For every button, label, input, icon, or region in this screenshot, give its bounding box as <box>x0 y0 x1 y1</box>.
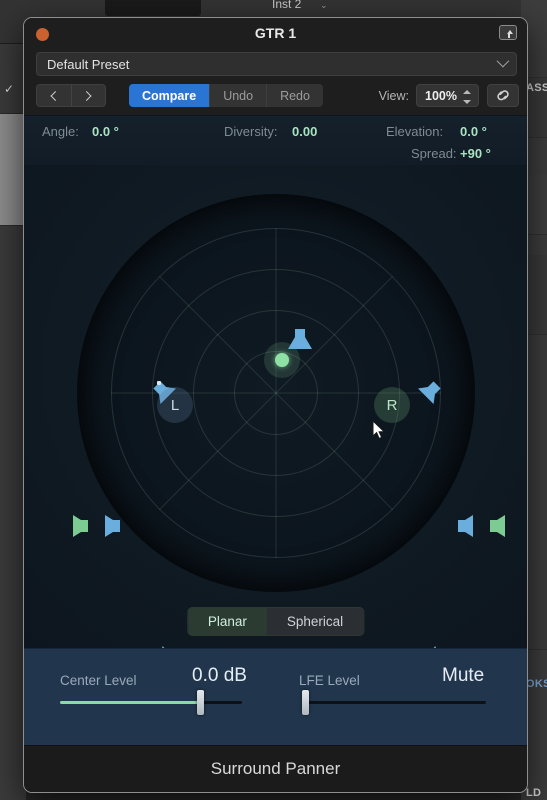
angle-label: Angle: <box>42 124 79 139</box>
elevation-value[interactable]: 0.0 ° <box>460 124 487 139</box>
host-instrument-label: Inst 2 <box>272 0 302 11</box>
view-zoom-value: 100% <box>425 89 457 103</box>
edit-button-group: Compare Undo Redo <box>129 84 323 107</box>
center-level-value[interactable]: 0.0 dB <box>192 665 247 687</box>
stepper-icon[interactable] <box>463 90 471 104</box>
preset-name: Default Preset <box>47 57 130 72</box>
puck-left-label: L <box>170 396 180 414</box>
host-waveform-thumb <box>105 0 201 16</box>
mode-spherical-button[interactable]: Spherical <box>266 608 364 635</box>
lfe-level-thumb[interactable] <box>302 690 310 715</box>
lfe-level-label: LFE Level <box>299 673 360 688</box>
host-label-oks: OKS <box>526 678 547 690</box>
view-zoom-select[interactable]: 100% <box>416 84 479 107</box>
center-level-label: Center Level <box>60 673 137 688</box>
surround-panner-stage[interactable]: L R Planar Spherical <box>24 165 527 669</box>
puck-right-channel[interactable]: R <box>374 387 410 423</box>
preset-nav-group <box>36 84 106 107</box>
toolbar: Compare Undo Redo View: 100% <box>24 81 527 115</box>
puck-right-label: R <box>386 396 398 414</box>
host-label-ass: ASS <box>526 82 547 94</box>
elevation-label: Elevation: <box>386 124 444 139</box>
mode-planar-button[interactable]: Planar <box>187 608 267 635</box>
plugin-footer: Surround Panner <box>24 745 527 792</box>
center-level-fill <box>60 701 202 704</box>
plugin-window: GTR 1 Default Preset Compare Undo Redo V… <box>23 17 528 793</box>
spread-label: Spread: <box>411 146 457 161</box>
window-title: GTR 1 <box>254 25 297 41</box>
redo-button[interactable]: Redo <box>267 84 323 107</box>
chevron-down-icon <box>496 54 510 68</box>
panner-field[interactable] <box>77 194 475 592</box>
next-preset-button[interactable] <box>70 85 106 106</box>
mouse-cursor <box>372 419 386 440</box>
chevron-right-icon <box>81 90 92 101</box>
center-level-slider[interactable] <box>60 690 242 715</box>
link-button[interactable] <box>487 84 519 107</box>
center-level-thumb[interactable] <box>196 690 204 715</box>
chevron-left-icon <box>50 90 61 101</box>
puck-left-indicator-dot <box>157 381 161 385</box>
host-checkmark-icon: ✓ <box>4 82 15 96</box>
diversity-value[interactable]: 0.00 <box>292 124 317 139</box>
angle-value[interactable]: 0.0 ° <box>92 124 119 139</box>
center-source-dot <box>275 353 289 367</box>
previous-preset-button[interactable] <box>37 85 71 106</box>
view-label: View: <box>378 89 409 103</box>
lfe-level-slider[interactable] <box>302 690 486 715</box>
preset-row: Default Preset <box>24 51 527 81</box>
diversity-label: Diversity: <box>224 124 278 139</box>
preset-select[interactable]: Default Preset <box>36 52 517 76</box>
host-instrument-chevron-icon[interactable]: ⌄ <box>320 0 328 11</box>
projection-mode-toggle: Planar Spherical <box>186 607 365 636</box>
link-icon <box>497 90 509 101</box>
spread-value[interactable]: +90 ° <box>460 146 491 161</box>
compare-button[interactable]: Compare <box>129 84 211 107</box>
puck-left-channel[interactable]: L <box>157 387 193 423</box>
center-source-puck[interactable] <box>264 342 300 378</box>
titlebar: GTR 1 <box>24 18 527 51</box>
undo-button[interactable]: Undo <box>210 84 268 107</box>
host-label-ld: LD <box>526 787 542 799</box>
plugin-name: Surround Panner <box>210 759 341 778</box>
lfe-level-value[interactable]: Mute <box>442 665 484 687</box>
parameter-readout-area: Angle: 0.0 ° Diversity: 0.00 Elevation: … <box>24 115 527 165</box>
expand-button[interactable] <box>499 25 517 40</box>
